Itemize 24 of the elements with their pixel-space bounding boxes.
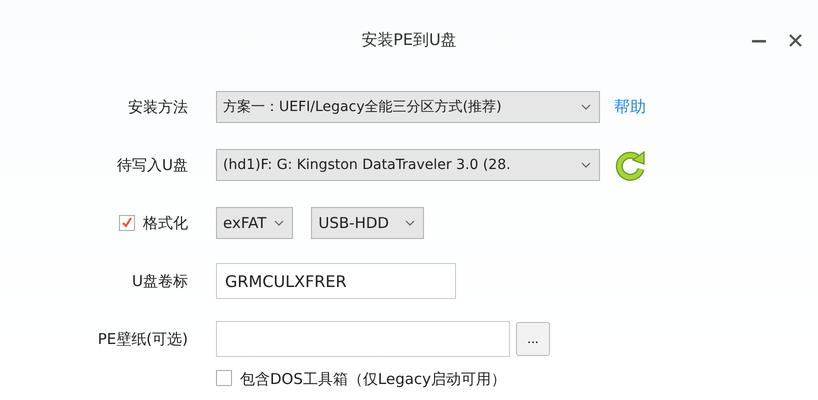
dropdown[interactable]: (hd1)F: G: Kingston DataTraveler 3.0 (28.	[216, 149, 600, 181]
field-label: PE壁纸(可选)	[98, 330, 188, 348]
field-label: 待写入U盘	[117, 156, 188, 174]
help-link[interactable]: 帮助	[614, 96, 646, 118]
window-title: 安装PE到U盘	[361, 30, 457, 50]
field-label: 安装方法	[128, 98, 188, 116]
browse-button[interactable]: ...	[516, 322, 550, 356]
refresh-icon[interactable]	[614, 149, 646, 181]
caret-icon	[404, 220, 415, 226]
caret-icon	[274, 220, 284, 226]
checkbox[interactable]	[119, 215, 135, 231]
input-field[interactable]	[216, 321, 510, 357]
checkbox-label[interactable]: 包含DOS工具箱（仅Legacy启动可用）	[240, 370, 506, 389]
dropdown[interactable]: USB-HDD	[311, 207, 424, 239]
minimize-icon[interactable]	[752, 40, 766, 43]
input-field[interactable]: GRMCULXFRER	[216, 263, 456, 299]
checkbox[interactable]	[216, 370, 232, 386]
dropdown[interactable]: 方案一：UEFI/Legacy全能三分区方式(推荐)	[216, 91, 600, 123]
caret-icon	[581, 104, 591, 110]
field-label: U盘卷标	[132, 272, 188, 290]
dropdown[interactable]: exFAT	[216, 207, 294, 239]
caret-icon	[581, 162, 591, 168]
checkbox-label[interactable]: 格式化	[143, 214, 188, 232]
close-icon[interactable]	[789, 34, 802, 47]
